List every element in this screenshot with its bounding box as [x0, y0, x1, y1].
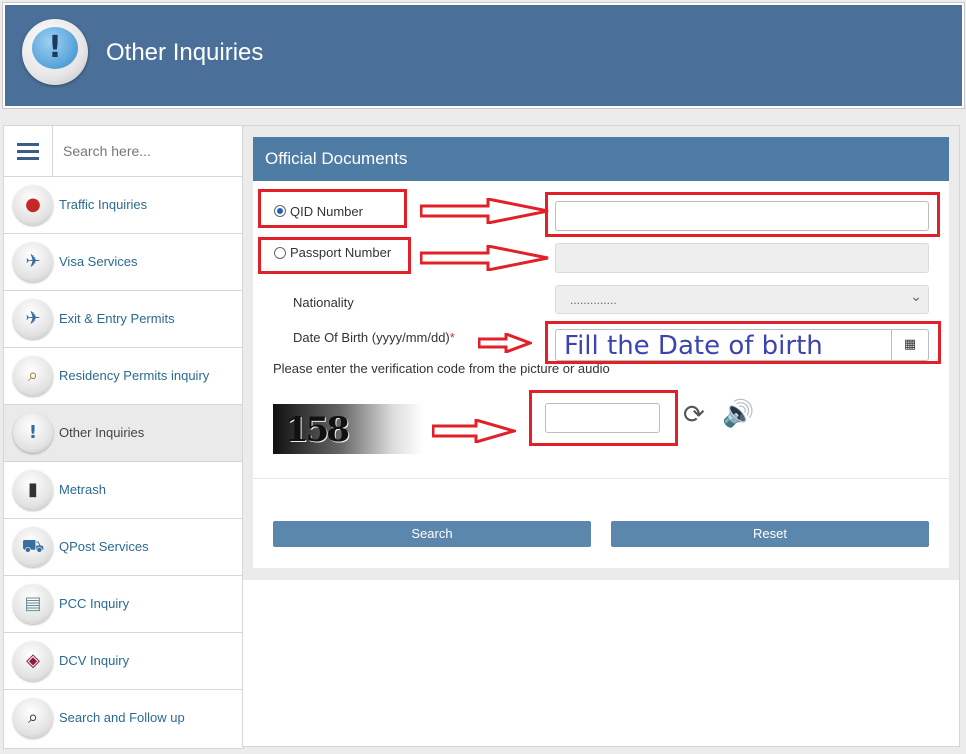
sidebar-item-label: Exit & Entry Permits: [59, 311, 175, 326]
phone-icon: ▮: [13, 470, 53, 510]
page-header: ! Other Inquiries: [3, 3, 964, 108]
menu-icon[interactable]: [4, 126, 53, 176]
speaker-icon[interactable]: 🔊: [722, 401, 754, 427]
exclamation-bubble-icon: !: [22, 19, 88, 85]
sidebar-item-label: Metrash: [59, 482, 106, 497]
sidebar-item-dcv-inquiry[interactable]: ◈ DCV Inquiry: [4, 633, 243, 690]
sidebar-item-label: DCV Inquiry: [59, 653, 130, 668]
nationality-value: ..............: [570, 293, 617, 307]
arrow-to-passport-input: [420, 245, 549, 271]
qid-highlight-box: [258, 189, 407, 228]
arrow-to-dob-input: [478, 333, 532, 353]
exclamation-icon: !: [13, 413, 53, 453]
delivery-truck-icon: ⛟: [13, 527, 53, 567]
sidebar-item-label: Traffic Inquiries: [59, 197, 148, 212]
sidebar-item-other-inquiries[interactable]: ! Other Inquiries: [4, 405, 243, 462]
sidebar-item-label: Other Inquiries: [59, 425, 145, 440]
traffic-light-icon: ●: [13, 185, 53, 225]
sidebar: ● Traffic Inquiries ✈ Visa Services ✈ Ex…: [3, 125, 244, 749]
airplane-icon: ✈: [13, 299, 53, 339]
form-divider: [253, 478, 949, 479]
sidebar-item-visa-services[interactable]: ✈ Visa Services: [4, 234, 243, 291]
nationality-label: Nationality: [293, 295, 354, 310]
sidebar-item-residency-permits[interactable]: ⌕ Residency Permits inquiry: [4, 348, 243, 405]
arrow-to-qid-input: [420, 198, 549, 224]
panel-title: Official Documents: [253, 137, 949, 181]
visa-icon: ✈: [13, 242, 53, 282]
sidebar-item-label: Visa Services: [59, 254, 138, 269]
search-person-icon: ⌕: [13, 698, 53, 738]
passport-input[interactable]: [555, 243, 929, 273]
captcha-input-highlight-box: [529, 390, 678, 446]
sidebar-item-metrash[interactable]: ▮ Metrash: [4, 462, 243, 519]
sidebar-item-label: Search and Follow up: [59, 710, 185, 725]
sidebar-item-label: Residency Permits inquiry: [59, 368, 210, 383]
residency-icon: ⌕: [13, 356, 53, 396]
sidebar-item-label: QPost Services: [59, 539, 149, 554]
page-title: Other Inquiries: [106, 39, 264, 66]
search-button[interactable]: Search: [273, 521, 591, 547]
sidebar-toolbar: [4, 126, 243, 177]
dcv-icon: ◈: [13, 641, 53, 681]
sidebar-item-exit-entry-permits[interactable]: ✈ Exit & Entry Permits: [4, 291, 243, 348]
sidebar-item-search-follow-up[interactable]: ⌕ Search and Follow up: [4, 690, 243, 746]
qid-input-highlight-box: [545, 192, 940, 237]
dob-input-highlight-box: [545, 321, 941, 364]
dob-label: Date Of Birth (yyyy/mm/dd)*: [293, 330, 455, 345]
arrow-to-captcha-input: [432, 419, 516, 443]
captcha-image: 158: [273, 404, 423, 454]
reset-button[interactable]: Reset: [611, 521, 929, 547]
certificate-icon: ▤: [13, 584, 53, 624]
nationality-select[interactable]: .............. ⌄: [555, 285, 929, 314]
sidebar-item-qpost-services[interactable]: ⛟ QPost Services: [4, 519, 243, 576]
sidebar-item-pcc-inquiry[interactable]: ▤ PCC Inquiry: [4, 576, 243, 633]
sidebar-item-traffic-inquiries[interactable]: ● Traffic Inquiries: [4, 177, 243, 234]
passport-highlight-box: [258, 237, 411, 274]
refresh-icon[interactable]: ⟳: [683, 402, 705, 428]
sidebar-item-label: PCC Inquiry: [59, 596, 130, 611]
sidebar-search-input[interactable]: [53, 126, 242, 176]
required-mark: *: [449, 330, 455, 345]
chevron-down-icon: ⌄: [910, 289, 922, 305]
